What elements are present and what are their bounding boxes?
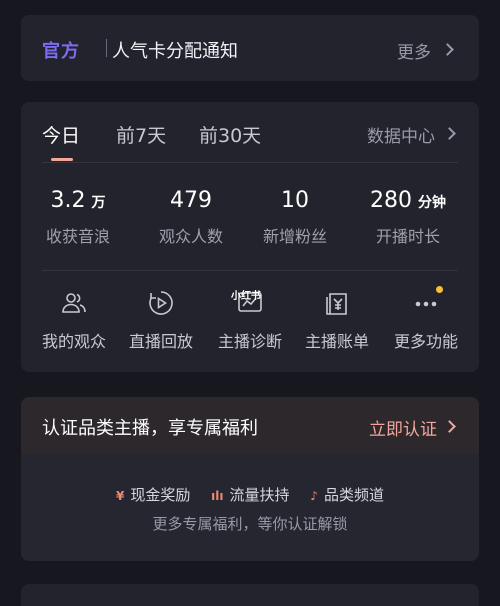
- chevron-right-icon[interactable]: [441, 43, 454, 56]
- action-label: 主播账单: [304, 332, 369, 351]
- action-label: 我的观众: [41, 332, 106, 351]
- diagnosis-icon: 小红书: [231, 290, 263, 316]
- certification-card: 认证品类主播，享专属福利 立即认证 ¥ 现金奖励 ılı 流量扶持 ♪ 品类频道 更多…: [21, 397, 479, 561]
- bar-chart-icon: ılı: [211, 489, 224, 503]
- yen-icon: ¥: [116, 489, 125, 503]
- stat-label: 收获音浪: [45, 227, 110, 246]
- tab-7-days[interactable]: 前7天: [116, 121, 166, 148]
- stat-value: 479: [170, 188, 212, 213]
- notice-separator: [106, 39, 107, 57]
- action-my-audience[interactable]: 我的观众: [29, 290, 119, 352]
- perk-channel: ♪ 品类频道: [310, 486, 384, 504]
- certification-subtitle: 更多专属福利，等你认证解锁: [152, 515, 348, 533]
- tab-30-days[interactable]: 前30天: [199, 121, 261, 148]
- chevron-right-icon[interactable]: [443, 420, 456, 433]
- bill-icon: [324, 290, 350, 316]
- divider: [42, 162, 458, 163]
- stat-value: 280: [370, 188, 412, 213]
- stat-label: 观众人数: [158, 227, 223, 246]
- action-replay[interactable]: 直播回放: [116, 290, 206, 352]
- notice-title[interactable]: 人气卡分配通知: [112, 37, 238, 63]
- stat-live-duration[interactable]: 280 分钟 开播时长: [351, 188, 465, 247]
- divider: [42, 270, 458, 271]
- action-diagnosis[interactable]: 小红书 主播诊断: [205, 290, 295, 352]
- notice-card[interactable]: 官方 人气卡分配通知 更多: [21, 15, 479, 81]
- stat-new-fans[interactable]: 10 新增粉丝: [238, 188, 352, 247]
- stat-unit: 分钟: [418, 195, 446, 211]
- notification-dot: [436, 286, 443, 293]
- chevron-right-icon[interactable]: [443, 127, 456, 140]
- stats-card: 今日 前7天 前30天 数据中心 3.2 万 收获音浪 479 观众人数 10 新…: [21, 102, 479, 372]
- watermark-text: 小红书: [231, 291, 261, 302]
- audience-icon: [61, 290, 87, 316]
- tiktok-icon: ♪: [310, 489, 318, 503]
- action-more[interactable]: 更多功能: [381, 286, 471, 352]
- certify-now-link[interactable]: 立即认证: [369, 415, 437, 440]
- stat-value: 3.2: [50, 188, 86, 213]
- more-icon: [413, 286, 443, 316]
- stat-unit: 万: [91, 195, 106, 211]
- action-label: 主播诊断: [217, 332, 282, 351]
- action-label: 更多功能: [393, 332, 458, 351]
- data-center-link[interactable]: 数据中心: [367, 122, 435, 147]
- active-tab-indicator: [51, 158, 73, 161]
- action-bill[interactable]: 主播账单: [292, 290, 382, 352]
- perks-list: ¥ 现金奖励 ılı 流量扶持 ♪ 品类频道: [21, 484, 479, 505]
- bottom-card: [21, 584, 479, 606]
- perk-traffic: ılı 流量扶持: [211, 486, 290, 504]
- official-tag: 官方: [42, 41, 80, 62]
- stat-income[interactable]: 3.2 万 收获音浪: [21, 188, 135, 247]
- certification-title: 认证品类主播，享专属福利: [42, 418, 258, 439]
- certification-header[interactable]: 认证品类主播，享专属福利 立即认证: [21, 397, 479, 454]
- stat-label: 开播时长: [375, 227, 440, 246]
- notice-more-link[interactable]: 更多: [397, 38, 431, 63]
- action-label: 直播回放: [128, 332, 193, 351]
- replay-icon: [148, 290, 174, 316]
- tab-today[interactable]: 今日: [42, 121, 80, 148]
- stat-label: 新增粉丝: [262, 227, 327, 246]
- stat-value: 10: [281, 188, 309, 213]
- perk-cash: ¥ 现金奖励: [116, 486, 191, 504]
- stat-viewers[interactable]: 479 观众人数: [134, 188, 248, 247]
